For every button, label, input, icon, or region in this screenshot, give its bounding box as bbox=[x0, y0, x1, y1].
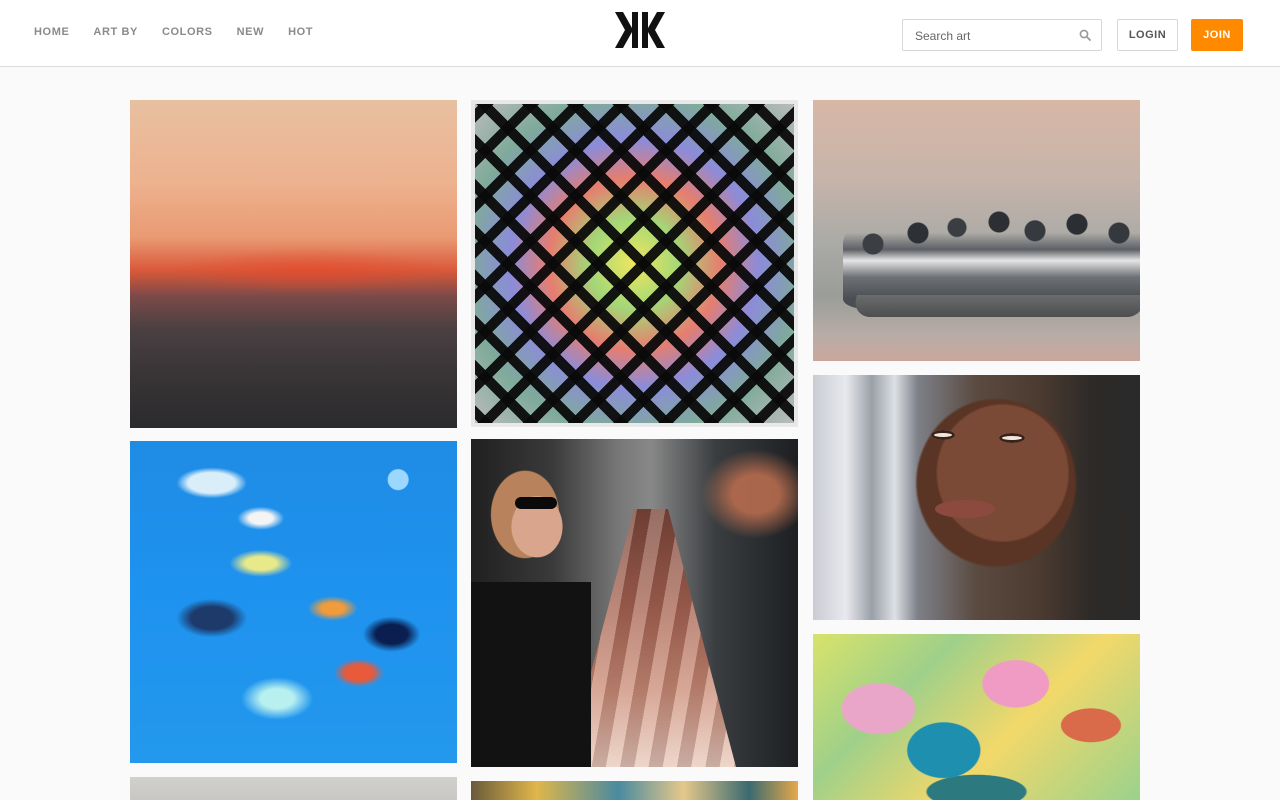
site-header: HOME ART BY COLORS NEW HOT LOGIN JOIN bbox=[0, 0, 1280, 67]
artwork-portrait[interactable] bbox=[813, 375, 1140, 620]
artwork-image-splash bbox=[701, 449, 798, 539]
artwork-image-sunglasses bbox=[515, 497, 557, 509]
search-input[interactable] bbox=[915, 27, 1075, 45]
search-box bbox=[902, 19, 1102, 51]
artwork-image-figures bbox=[843, 200, 1140, 310]
artwork-sunset-seascape[interactable] bbox=[130, 100, 457, 428]
artwork-image bbox=[475, 104, 794, 423]
artwork-blue-abstract[interactable] bbox=[130, 441, 457, 763]
search-icon[interactable] bbox=[1079, 29, 1091, 41]
artwork-image-eye bbox=[999, 433, 1025, 443]
artwork-geometric-pattern[interactable] bbox=[471, 100, 798, 427]
nav-hot[interactable]: HOT bbox=[288, 26, 313, 38]
artwork-woman-hallway[interactable] bbox=[471, 439, 798, 767]
login-button[interactable]: LOGIN bbox=[1117, 19, 1178, 51]
site-logo-mark-icon bbox=[615, 12, 665, 48]
nav-colors[interactable]: COLORS bbox=[162, 26, 213, 38]
artwork-image-lips bbox=[935, 500, 995, 518]
artwork-boat-figures[interactable] bbox=[813, 100, 1140, 361]
artwork-colorful-face[interactable] bbox=[813, 634, 1140, 800]
artwork-image-eye bbox=[931, 430, 955, 440]
nav-art-by[interactable]: ART BY bbox=[93, 26, 138, 38]
artwork-partial-grey[interactable] bbox=[130, 777, 457, 800]
main-nav: HOME ART BY COLORS NEW HOT bbox=[34, 26, 313, 38]
site-logo[interactable] bbox=[612, 10, 668, 50]
join-button[interactable]: JOIN bbox=[1191, 19, 1243, 51]
artwork-image-boat bbox=[848, 295, 1140, 317]
artwork-partial-colorful[interactable] bbox=[471, 781, 798, 800]
nav-home[interactable]: HOME bbox=[34, 26, 69, 38]
nav-new[interactable]: NEW bbox=[237, 26, 264, 38]
